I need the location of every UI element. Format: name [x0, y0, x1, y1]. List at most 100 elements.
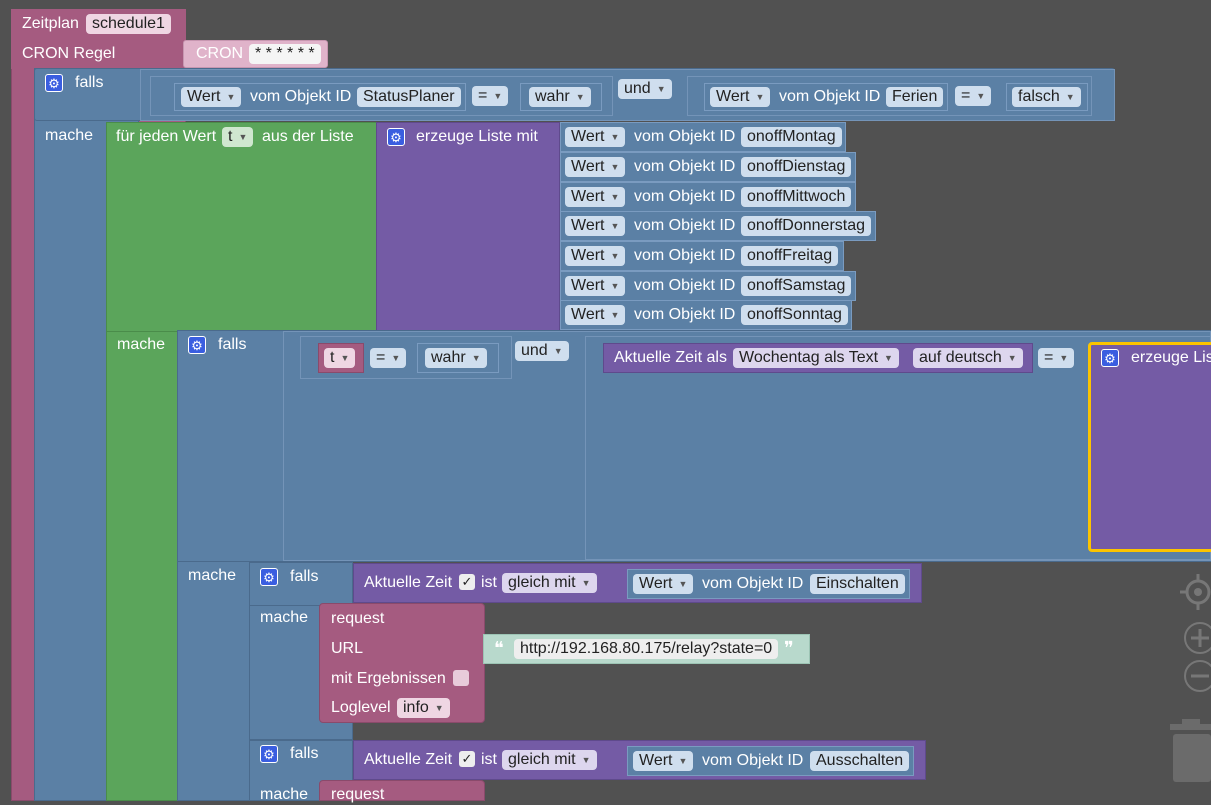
operator-dropdown[interactable]: = ▼	[955, 86, 992, 106]
prop-dropdown[interactable]: Wert ▼	[633, 574, 694, 594]
and-dropdown[interactable]: und ▼	[618, 79, 672, 99]
operator-dropdown[interactable]: = ▼	[1038, 348, 1075, 368]
recenter-icon[interactable]	[1180, 572, 1211, 612]
operator-dropdown[interactable]: = ▼	[370, 348, 407, 368]
dropdown-arrow-icon: ▼	[610, 281, 620, 291]
object-id-field[interactable]: onoffSamstag	[741, 276, 852, 296]
prop-dropdown[interactable]: Wert ▼	[710, 87, 771, 107]
dropdown-arrow-icon: ▼	[1007, 353, 1017, 363]
comparison-dropdown[interactable]: gleich mit ▼	[502, 750, 597, 770]
current-time-label: Aktuelle Zeit	[364, 751, 453, 768]
ist-label: ist	[481, 751, 497, 768]
boolean-dropdown[interactable]: falsch ▼	[1012, 87, 1081, 107]
comparison-label: gleich mit	[508, 574, 576, 592]
of-object-label: vom Objekt ID	[634, 306, 736, 323]
create-list-label: erzeuge Liste mit	[416, 128, 538, 145]
object-id-field[interactable]: onoffFreitag	[741, 246, 839, 266]
gear-icon[interactable]: ⚙	[45, 74, 63, 92]
dropdown-arrow-icon: ▼	[471, 353, 481, 363]
gear-icon[interactable]: ⚙	[387, 128, 405, 146]
dropdown-arrow-icon: ▼	[610, 310, 620, 320]
comparison-dropdown[interactable]: gleich mit ▼	[502, 573, 597, 593]
object-id-field[interactable]: onoffDonnerstag	[741, 216, 872, 236]
url-field[interactable]: http://192.168.80.175/relay?state=0	[514, 639, 779, 659]
gear-icon[interactable]: ⚙	[260, 745, 278, 763]
dropdown-arrow-icon: ▼	[884, 353, 893, 363]
time-format-dropdown[interactable]: Wochentag als Text ▼	[733, 348, 899, 368]
foreach-variable-label: t	[228, 128, 233, 146]
dropdown-arrow-icon: ▼	[581, 755, 591, 765]
if1-mache-label: mache	[45, 127, 94, 144]
dropdown-arrow-icon: ▼	[226, 92, 236, 102]
prop-dropdown[interactable]: Wert ▼	[565, 187, 626, 207]
object-id-field[interactable]: Ferien	[886, 87, 944, 107]
of-object-label: vom Objekt ID	[634, 188, 736, 205]
create-list-block-selected[interactable]	[1088, 342, 1211, 552]
object-id-field[interactable]: onoffMontag	[741, 127, 842, 147]
dropdown-arrow-icon: ▼	[656, 84, 666, 94]
loglevel-dropdown[interactable]: info ▼	[397, 698, 450, 718]
check-icon[interactable]: ✓	[459, 574, 475, 590]
operator-label: =	[961, 87, 971, 105]
object-id-field[interactable]: onoffMittwoch	[741, 187, 852, 207]
dropdown-arrow-icon: ▼	[755, 92, 765, 102]
gear-icon[interactable]: ⚙	[260, 568, 278, 586]
prop-dropdown[interactable]: Wert ▼	[633, 751, 694, 771]
and-label: und	[624, 80, 651, 98]
comparison-label: gleich mit	[508, 751, 576, 769]
object-id-field[interactable]: StatusPlaner	[357, 87, 461, 107]
foreach-variable-dropdown[interactable]: t ▼	[222, 127, 254, 147]
prop-dropdown-label: Wert	[571, 247, 605, 265]
prop-dropdown[interactable]: Wert ▼	[565, 216, 626, 236]
dropdown-arrow-icon: ▼	[976, 91, 986, 101]
cron-value-field[interactable]: * * * * * *	[249, 44, 321, 64]
object-id-field[interactable]: Ausschalten	[810, 751, 910, 771]
trash-icon[interactable]	[1168, 718, 1211, 784]
zoom-in-icon[interactable]	[1180, 620, 1211, 656]
loglevel-value: info	[403, 699, 429, 717]
foreach-suffix-label: aus der Liste	[262, 128, 354, 145]
and-dropdown[interactable]: und ▼	[515, 341, 569, 361]
boolean-dropdown[interactable]: wahr ▼	[425, 348, 487, 368]
object-id-field[interactable]: Einschalten	[810, 574, 905, 594]
variable-dropdown[interactable]: t ▼	[324, 348, 356, 368]
boolean-label: wahr	[535, 88, 570, 106]
dropdown-arrow-icon: ▼	[678, 756, 688, 766]
results-checkbox[interactable]	[453, 670, 469, 686]
gear-icon[interactable]: ⚙	[188, 336, 206, 354]
gear-icon[interactable]: ⚙	[1101, 349, 1119, 367]
boolean-label: falsch	[1018, 88, 1060, 106]
dropdown-arrow-icon: ▼	[610, 162, 620, 172]
create-list-block[interactable]	[376, 122, 560, 332]
of-object-label: vom Objekt ID	[779, 88, 881, 105]
and-label: und	[521, 342, 548, 360]
dropdown-arrow-icon: ▼	[678, 579, 688, 589]
prop-dropdown[interactable]: Wert ▼	[565, 157, 626, 177]
zoom-out-icon[interactable]	[1180, 658, 1211, 694]
dropdown-arrow-icon: ▼	[434, 703, 444, 713]
of-object-label: vom Objekt ID	[702, 575, 804, 592]
object-id-field[interactable]: onoffSonntag	[741, 305, 848, 325]
of-object-label: vom Objekt ID	[634, 158, 736, 175]
prop-dropdown[interactable]: Wert ▼	[565, 246, 626, 266]
prop-dropdown[interactable]: Wert ▼	[565, 305, 626, 325]
prop-dropdown-label: Wert	[571, 158, 605, 176]
check-icon[interactable]: ✓	[459, 751, 475, 767]
prop-dropdown[interactable]: Wert ▼	[565, 127, 626, 147]
schedule-name-field[interactable]: schedule1	[86, 14, 171, 34]
quote-open-icon: ❝	[494, 638, 504, 658]
dropdown-arrow-icon: ▼	[238, 132, 248, 142]
prop-dropdown[interactable]: Wert ▼	[565, 276, 626, 296]
operator-dropdown[interactable]: = ▼	[472, 86, 509, 106]
quote-close-icon: ❞	[784, 638, 794, 658]
prop-dropdown-label: Wert	[571, 217, 605, 235]
dropdown-arrow-icon: ▼	[581, 578, 591, 588]
language-dropdown[interactable]: auf deutsch ▼	[913, 348, 1023, 368]
prop-dropdown-label: Wert	[571, 188, 605, 206]
dropdown-arrow-icon: ▼	[553, 346, 563, 356]
boolean-dropdown[interactable]: wahr ▼	[529, 87, 591, 107]
prop-dropdown-label: Wert	[187, 88, 221, 106]
prop-dropdown[interactable]: Wert ▼	[181, 87, 242, 107]
object-id-field[interactable]: onoffDienstag	[741, 157, 852, 177]
of-object-label: vom Objekt ID	[634, 217, 736, 234]
